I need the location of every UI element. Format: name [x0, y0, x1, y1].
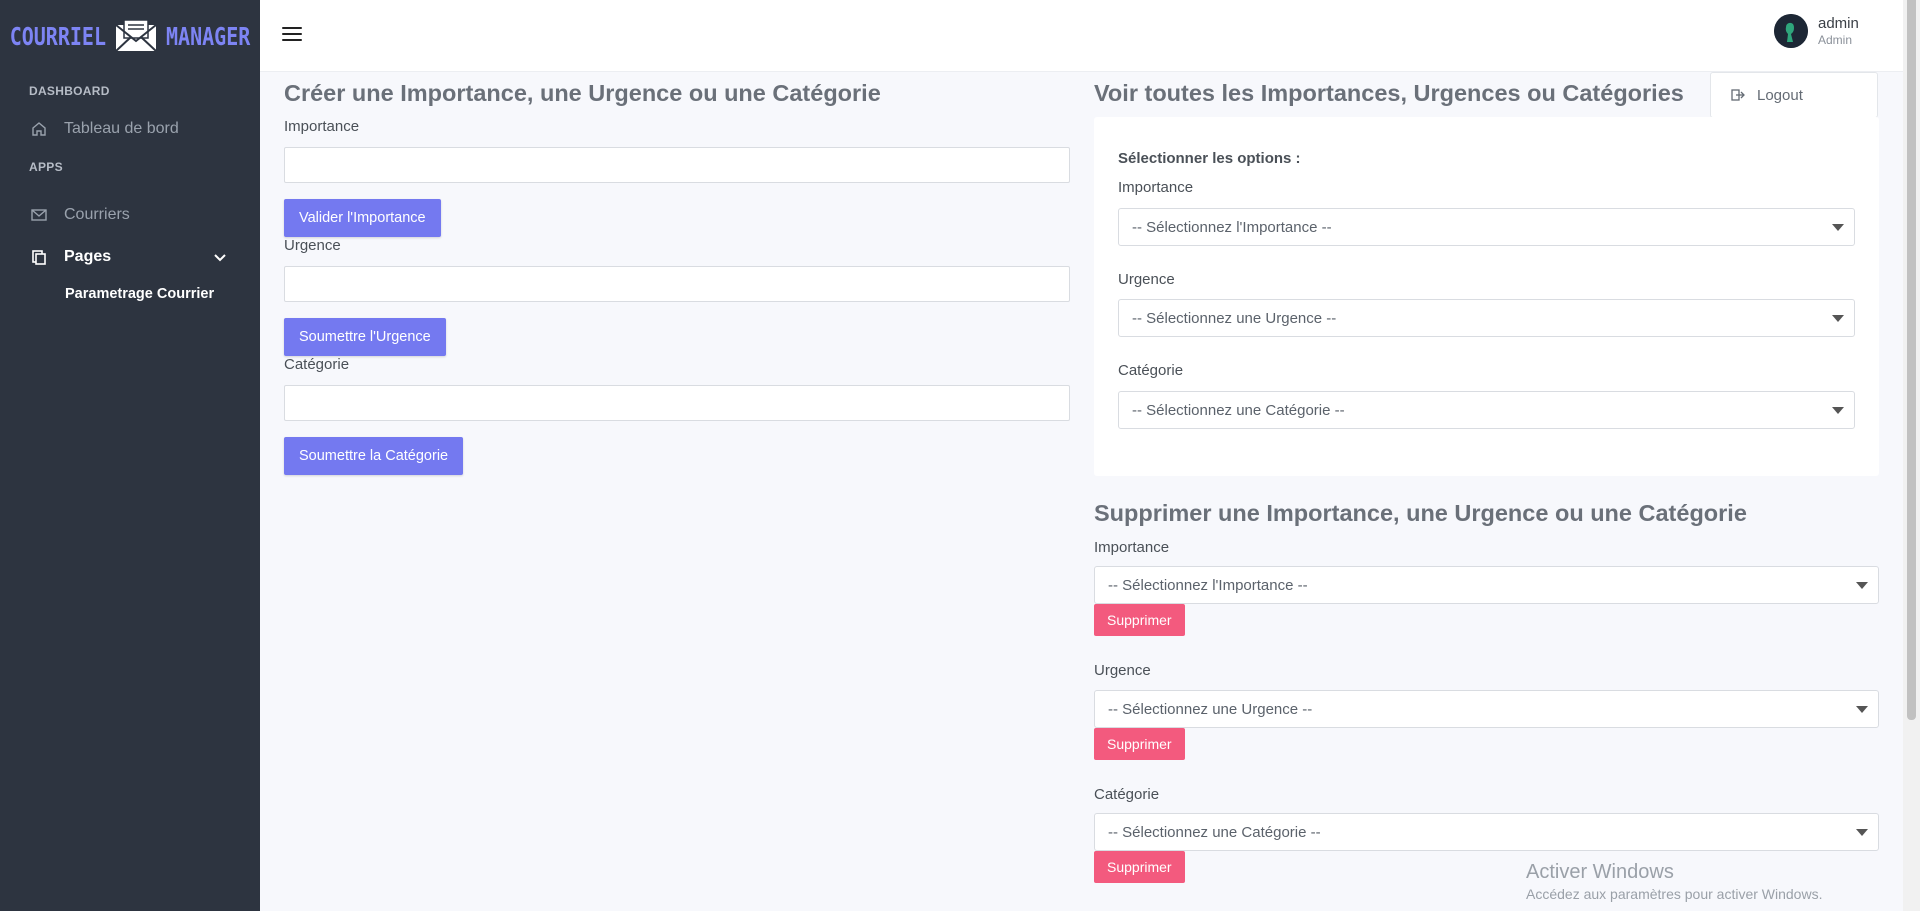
view-categorie-label: Catégorie	[1118, 362, 1184, 379]
topbar: admin Admin	[260, 0, 1903, 72]
section-dashboard: DASHBOARD	[29, 84, 110, 98]
caret-down-icon	[1856, 706, 1868, 713]
caret-down-icon	[1832, 224, 1844, 231]
delete-categorie-select[interactable]: -- Sélectionnez une Catégorie --	[1094, 813, 1879, 851]
delete-urgence-select[interactable]: -- Sélectionnez une Urgence --	[1094, 690, 1879, 728]
user-role: Admin	[1818, 32, 1853, 47]
delete-importance-button[interactable]: Supprimer	[1094, 604, 1185, 636]
pages-icon	[30, 248, 48, 266]
delete-urgence-label: Urgence	[1094, 662, 1151, 679]
view-importance-select[interactable]: -- Sélectionnez l'Importance --	[1118, 208, 1855, 246]
select-value: -- Sélectionnez l'Importance --	[1108, 576, 1308, 594]
create-categorie-label: Catégorie	[284, 356, 350, 373]
sidebar-item-dashboard[interactable]: Tableau de bord	[0, 108, 260, 150]
sidebar-item-label: Tableau de bord	[64, 120, 179, 137]
create-importance-label: Importance	[284, 118, 360, 135]
select-value: -- Sélectionnez une Catégorie --	[1108, 823, 1321, 841]
categorie-input[interactable]	[284, 385, 1070, 421]
brand-logo[interactable]: COURRIEL MANAGER	[0, 0, 260, 72]
create-title: Créer une Importance, une Urgence ou une…	[284, 80, 881, 106]
logout-icon	[1731, 89, 1745, 101]
view-urgence-select[interactable]: -- Sélectionnez une Urgence --	[1118, 299, 1855, 337]
sidebar-item-label: Courriers	[64, 206, 130, 223]
windows-activation-title: Activer Windows	[1526, 861, 1674, 883]
user-name: admin	[1818, 14, 1859, 32]
select-value: -- Sélectionnez une Catégorie --	[1132, 401, 1345, 419]
brand-left-word: COURRIEL	[9, 21, 107, 51]
delete-urgence-button[interactable]: Supprimer	[1094, 728, 1185, 760]
delete-categorie-label: Catégorie	[1094, 786, 1160, 803]
caret-down-icon	[1832, 315, 1844, 322]
sidebar-item-pages[interactable]: Pages	[0, 236, 260, 278]
urgence-input[interactable]	[284, 266, 1070, 302]
view-categorie-select[interactable]: -- Sélectionnez une Catégorie --	[1118, 391, 1855, 429]
sidebar-item-courriers[interactable]: Courriers	[0, 194, 260, 236]
avatar	[1774, 14, 1808, 48]
sidebar-subitem-parametrage[interactable]: Parametrage Courrier	[0, 278, 260, 310]
caret-down-icon	[1832, 407, 1844, 414]
brand-right-word: MANAGER	[166, 21, 251, 51]
view-title: Voir toutes les Importances, Urgences ou…	[1094, 80, 1684, 106]
delete-categorie-button[interactable]: Supprimer	[1094, 851, 1185, 883]
delete-title: Supprimer une Importance, une Urgence ou…	[1094, 500, 1747, 526]
windows-activation-subtitle: Accédez aux paramètres pour activer Wind…	[1526, 886, 1823, 902]
view-importance-label: Importance	[1118, 179, 1194, 196]
view-urgence-label: Urgence	[1118, 271, 1175, 288]
submit-urgence-button[interactable]: Soumettre l'Urgence	[284, 318, 446, 356]
delete-importance-label: Importance	[1094, 539, 1170, 556]
sidebar: COURRIEL MANAGER DASHBOARD Tableau de bo…	[0, 0, 260, 911]
chevron-down-icon	[214, 254, 226, 262]
sidebar-item-label: Pages	[64, 248, 112, 265]
delete-importance-select[interactable]: -- Sélectionnez l'Importance --	[1094, 566, 1879, 604]
validate-importance-button[interactable]: Valider l'Importance	[284, 199, 441, 237]
caret-down-icon	[1856, 582, 1868, 589]
logout-label: Logout	[1757, 86, 1803, 104]
home-icon	[30, 120, 48, 138]
menu-toggle-icon[interactable]	[282, 27, 302, 43]
submit-categorie-button[interactable]: Soumettre la Catégorie	[284, 437, 464, 475]
envelope-logo-icon	[115, 19, 157, 52]
section-apps: APPS	[29, 160, 63, 174]
vertical-scrollbar[interactable]	[1903, 0, 1920, 911]
caret-down-icon	[1856, 829, 1868, 836]
user-menu[interactable]: admin Admin	[1774, 14, 1859, 48]
select-value: -- Sélectionnez l'Importance --	[1132, 218, 1332, 236]
scrollbar-thumb[interactable]	[1907, 0, 1916, 720]
mail-icon	[30, 206, 48, 224]
create-urgence-label: Urgence	[284, 237, 341, 254]
options-label: Sélectionner les options :	[1118, 150, 1301, 167]
select-value: -- Sélectionnez une Urgence --	[1132, 309, 1337, 327]
select-value: -- Sélectionnez une Urgence --	[1108, 700, 1313, 718]
logout-menu-item[interactable]: Logout	[1710, 72, 1878, 118]
importance-input[interactable]	[284, 147, 1070, 183]
